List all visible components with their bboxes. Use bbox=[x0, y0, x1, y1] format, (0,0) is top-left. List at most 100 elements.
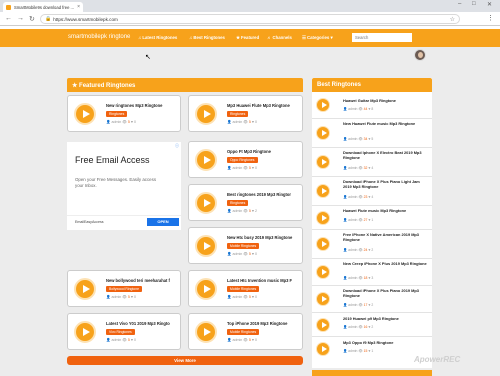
play-icon[interactable] bbox=[195, 192, 217, 214]
ringtone-title[interactable]: Best ringtones 2019 Mp3 Ringtor bbox=[227, 192, 301, 197]
nav-categories[interactable]: ☰ Categories ▾ bbox=[302, 35, 333, 41]
ringtone-title[interactable]: Huawei Guitar Mp3 Ringtone bbox=[343, 98, 429, 103]
view-more-button[interactable]: View More bbox=[67, 356, 303, 365]
url-text: https://www.smartmobilepk.com bbox=[53, 16, 118, 22]
ad-open-button[interactable]: OPEN bbox=[147, 218, 179, 226]
ringtone-meta: 👤 admin 👁 34 ♥ 5 bbox=[343, 137, 374, 141]
tab-close-icon[interactable]: × bbox=[77, 4, 80, 10]
ringtone-title[interactable]: Latest Vivo Y01 2019 Mp3 Ringto bbox=[106, 321, 180, 326]
play-icon[interactable] bbox=[195, 321, 217, 343]
play-icon[interactable] bbox=[74, 321, 96, 343]
play-icon[interactable] bbox=[316, 342, 330, 356]
ringtone-card[interactable]: Best ringtones 2019 Mp3 Ringtor Ringtone… bbox=[188, 184, 303, 221]
ringtone-title[interactable]: Top iPhone 2019 Mp3 Ringtone bbox=[227, 321, 301, 326]
window-maximize-icon[interactable]: □ bbox=[472, 1, 476, 7]
ringtone-card[interactable]: New bollywood teri meeharahat f Bollywoo… bbox=[67, 270, 181, 307]
ad-headline[interactable]: Free Email Access bbox=[75, 155, 150, 165]
category-tag[interactable]: Oppo Ringtones bbox=[227, 157, 258, 163]
nav-channels[interactable]: ♬ Channels bbox=[267, 35, 292, 40]
search-input[interactable] bbox=[352, 33, 412, 42]
ringtone-title[interactable]: Mp3 Huawei Flute Mp3 Ringtone bbox=[227, 103, 301, 108]
list-item[interactable]: Download iPhone X Plus Piano 2019 Mp3 Ri… bbox=[312, 286, 432, 313]
play-icon[interactable] bbox=[316, 292, 330, 306]
list-item[interactable]: Huawei Guitar Mp3 Ringtone 👤 admin 👁 44 … bbox=[312, 93, 432, 119]
user-avatar[interactable] bbox=[414, 49, 426, 61]
ringtone-title[interactable]: New bollywood teri meeharahat f bbox=[106, 278, 180, 283]
window-minimize-icon[interactable]: – bbox=[458, 1, 461, 7]
category-tag[interactable]: Bollywood Ringtone bbox=[106, 286, 142, 292]
ringtone-title[interactable]: Download Iphone X Electro Beat 2019 Mp3 … bbox=[343, 150, 429, 160]
play-icon[interactable] bbox=[316, 155, 330, 169]
ringtone-title[interactable]: New Htc busy 2019 Mp3 Ringtone bbox=[227, 235, 301, 240]
ringtone-title[interactable]: Oppo Ft Mp3 Ringtone bbox=[227, 149, 301, 154]
recorder-watermark: ApowerREC bbox=[414, 355, 461, 364]
ringtone-card[interactable]: New ringtones Mp3 Ringtone Ringtones 👤 a… bbox=[67, 95, 181, 132]
nav-featured[interactable]: ★ Featured bbox=[236, 35, 259, 41]
ringtone-title[interactable]: Latest Htc Invention music Mp3 F bbox=[227, 278, 301, 283]
ringtone-card[interactable]: Top iPhone 2019 Mp3 Ringtone Mobile Ring… bbox=[188, 313, 303, 350]
play-icon[interactable] bbox=[316, 265, 330, 279]
ringtone-card[interactable]: Latest Htc Invention music Mp3 F Mobile … bbox=[188, 270, 303, 307]
play-icon[interactable] bbox=[316, 98, 330, 112]
back-icon[interactable]: ← bbox=[5, 15, 12, 22]
ringtone-card[interactable]: Mp3 Huawei Flute Mp3 Ringtone Ringtones … bbox=[188, 95, 303, 132]
ringtone-card[interactable]: Oppo Ft Mp3 Ringtone Oppo Ringtones 👤 ad… bbox=[188, 141, 303, 178]
play-icon[interactable] bbox=[195, 235, 217, 257]
ringtone-title[interactable]: Download iPhone X Plus Piano 2019 Mp3 Ri… bbox=[343, 288, 429, 298]
url-field[interactable]: 🔒 https://www.smartmobilepk.com ☆ bbox=[40, 14, 460, 24]
play-icon[interactable] bbox=[316, 211, 330, 225]
play-icon[interactable] bbox=[316, 184, 330, 198]
list-item[interactable]: Download Iphone X Electro Beat 2019 Mp3 … bbox=[312, 148, 432, 177]
list-item[interactable]: Download iPhone X Plus Piano Light Jam 2… bbox=[312, 177, 432, 206]
category-tag[interactable]: Mobile Ringtones bbox=[227, 329, 260, 335]
reload-icon[interactable]: ↻ bbox=[29, 15, 35, 23]
ringtone-meta: 👤 admin 👁 15 ♥ 1 bbox=[343, 349, 374, 353]
category-tag[interactable]: Mobile Ringtones bbox=[227, 243, 260, 249]
play-icon[interactable] bbox=[74, 103, 96, 125]
category-tag[interactable]: Ringtones bbox=[227, 111, 249, 117]
ringtone-title[interactable]: Download iPhone X Plus Piano Light Jam 2… bbox=[343, 179, 429, 189]
ad-source: EmailEasyAccess bbox=[75, 220, 104, 224]
ringtone-title[interactable]: New ringtones Mp3 Ringtone bbox=[106, 103, 180, 108]
play-icon[interactable] bbox=[316, 237, 330, 251]
play-icon[interactable] bbox=[316, 318, 330, 332]
play-icon[interactable] bbox=[195, 103, 217, 125]
window-close-icon[interactable]: ✕ bbox=[487, 1, 492, 8]
ringtone-meta: 👤 admin 👁 16 ♥ 2 bbox=[343, 325, 374, 329]
nav-best-ringtones[interactable]: ♫ Best Ringtones bbox=[189, 35, 225, 40]
browser-tab[interactable]: SmartMobile9s download free ... × bbox=[3, 2, 83, 12]
ringtone-meta: 👤 admin 👁 23 ♥ 4 bbox=[343, 195, 374, 199]
ringtone-title[interactable]: Huawei Flute music Mp3 Ringtone bbox=[343, 208, 429, 213]
list-item[interactable]: New Creep iPhone X Plus 2019 Mp3 Rington… bbox=[312, 259, 432, 286]
ringtone-card[interactable]: Latest Vivo Y01 2019 Mp3 Ringto Vivo Rin… bbox=[67, 313, 181, 350]
play-icon[interactable] bbox=[74, 278, 96, 300]
category-tag[interactable]: Ringtones bbox=[227, 200, 249, 206]
ringtone-title[interactable]: 2019 Huawei p9 Mp3 Ringtone bbox=[343, 316, 429, 321]
ringtone-meta: 👤 admin 👁 5 ♥ 0 bbox=[227, 166, 257, 170]
list-item[interactable]: Free IPhone X Native American 2019 Mp3 R… bbox=[312, 230, 432, 259]
list-item[interactable]: 2019 Huawei p9 Mp3 Ringtone 👤 admin 👁 16… bbox=[312, 313, 432, 337]
play-icon[interactable] bbox=[316, 126, 330, 140]
list-item[interactable]: Huawei Flute music Mp3 Ringtone 👤 admin … bbox=[312, 206, 432, 230]
category-tag[interactable]: Vivo Ringtones bbox=[106, 329, 135, 335]
lock-icon: 🔒 bbox=[45, 16, 52, 22]
play-icon[interactable] bbox=[195, 278, 217, 300]
category-tag[interactable]: Ringtones bbox=[106, 111, 128, 117]
ringtone-title[interactable]: Free IPhone X Native American 2019 Mp3 R… bbox=[343, 232, 429, 242]
ringtone-meta: 👤 admin 👁 5 ♥ 0 bbox=[106, 120, 136, 124]
category-tag[interactable]: Mobile Ringtones bbox=[227, 286, 260, 292]
site-brand[interactable]: smartmobilepk ringtone bbox=[68, 34, 130, 40]
ringtone-title[interactable]: New Creep iPhone X Plus 2019 Mp3 Rington… bbox=[343, 261, 429, 266]
nav-latest-ringtones[interactable]: ♫ Latest Ringtones bbox=[138, 35, 177, 40]
ad-body: Open your Free Messages. Easily access y… bbox=[75, 177, 157, 188]
ringtone-card[interactable]: New Htc busy 2019 Mp3 Ringtone Mobile Ri… bbox=[188, 227, 303, 264]
advertisement[interactable]: ⓘ Free Email Access Open your Free Messa… bbox=[67, 142, 181, 230]
list-item[interactable]: New Huawei Flute music Mp3 Ringtone 👤 ad… bbox=[312, 119, 432, 148]
browser-menu-icon[interactable]: ⋮ bbox=[487, 14, 494, 22]
ad-info-icon[interactable]: ⓘ bbox=[175, 143, 179, 149]
bookmark-star-icon[interactable]: ☆ bbox=[450, 16, 455, 23]
ringtone-title[interactable]: New Huawei Flute music Mp3 Ringtone bbox=[343, 121, 429, 126]
ringtone-title[interactable]: Mp3 Oppo f9 Mp3 Ringtone bbox=[343, 340, 429, 345]
forward-icon[interactable]: → bbox=[17, 15, 24, 22]
play-icon[interactable] bbox=[195, 149, 217, 171]
